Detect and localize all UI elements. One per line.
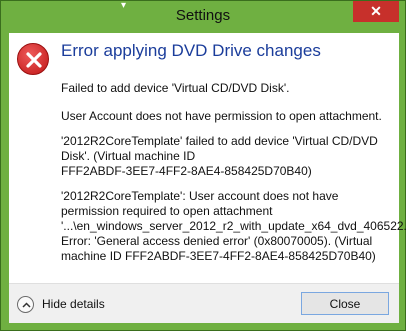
- window-title: Settings: [175, 7, 231, 24]
- settings-window: ▾ Settings ✕ Error applying DVD Drive ch…: [0, 0, 406, 331]
- close-button[interactable]: Close: [301, 292, 389, 315]
- hide-details-label[interactable]: Hide details: [42, 297, 105, 311]
- error-message-3: '2012R2CoreTemplate' failed to add devic…: [61, 134, 378, 178]
- error-message-1: Failed to add device 'Virtual CD/DVD Dis…: [61, 81, 290, 95]
- dialog-footer: Hide details Close: [9, 283, 399, 323]
- error-message-4: '2012R2CoreTemplate': User account does …: [61, 189, 406, 263]
- error-message-2: User Account does not have permission to…: [61, 109, 382, 123]
- window-close-button[interactable]: ✕: [353, 1, 399, 22]
- dialog-content: Error applying DVD Drive changes Failed …: [9, 33, 406, 283]
- error-heading: Error applying DVD Drive changes: [61, 41, 321, 60]
- error-icon: [17, 43, 49, 75]
- title-bar[interactable]: ▾ Settings ✕: [1, 1, 405, 33]
- chevron-up-icon[interactable]: [17, 295, 34, 313]
- hide-details-toggle[interactable]: Hide details: [17, 294, 105, 314]
